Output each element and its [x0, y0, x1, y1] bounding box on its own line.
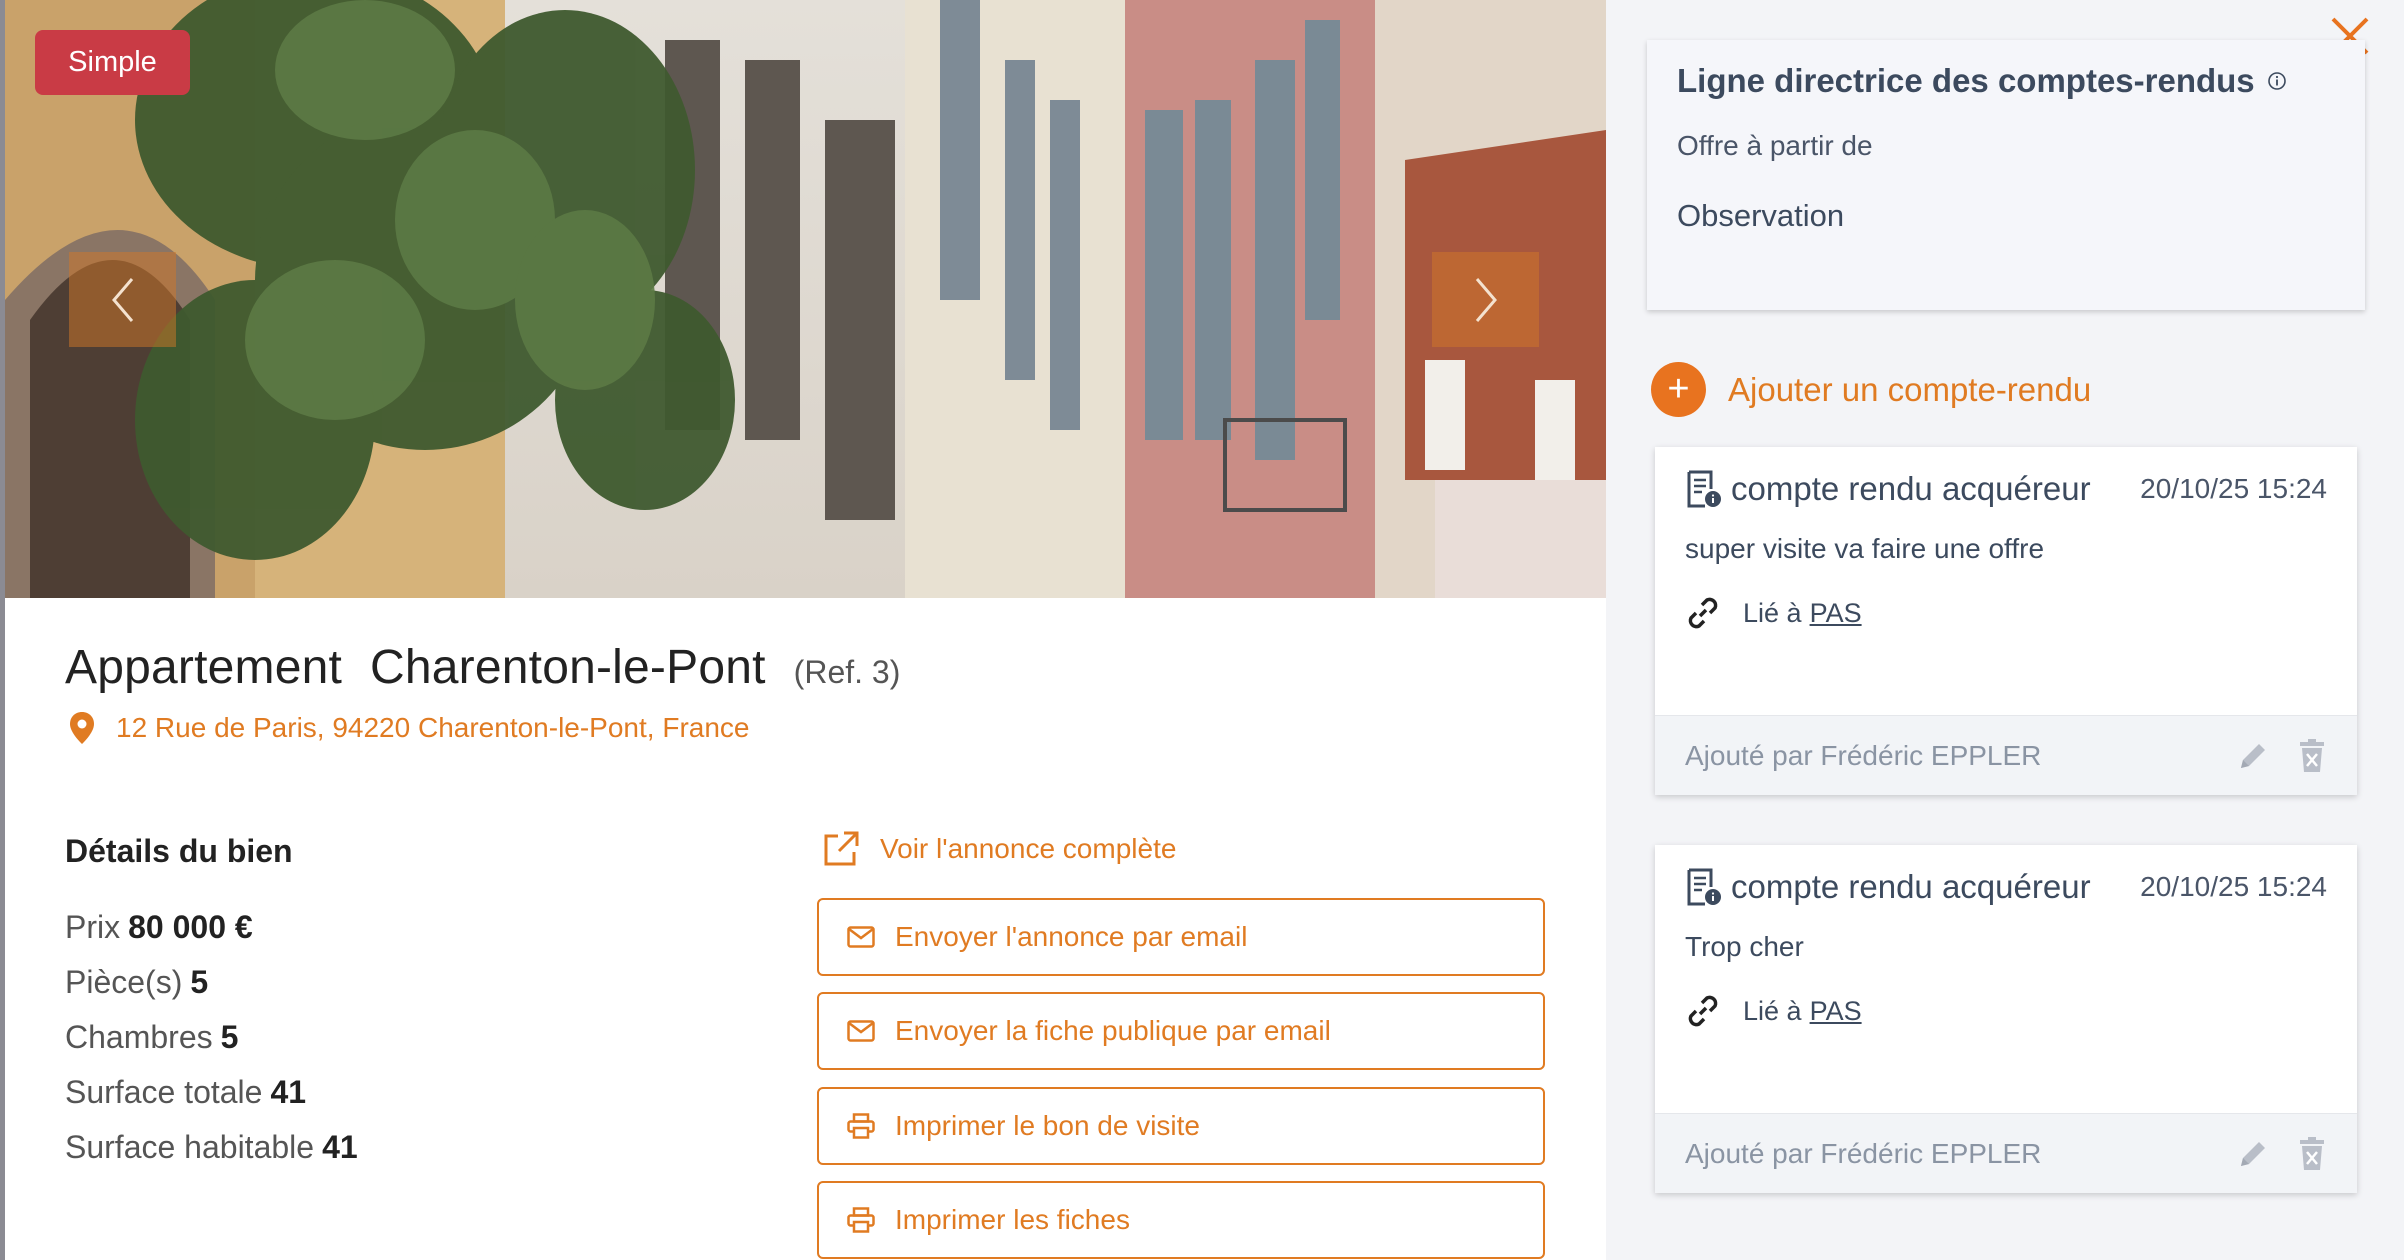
report-card-body: compte rendu acquéreur 20/10/25 15:24 su… — [1655, 447, 2357, 715]
next-photo-button[interactable] — [1432, 252, 1539, 347]
guideline-title-text: Ligne directrice des comptes-rendus — [1677, 62, 2255, 99]
report-icon — [1687, 868, 1721, 906]
chevron-right-icon — [1475, 277, 1497, 322]
printer-icon — [847, 1207, 875, 1233]
link-icon — [1688, 597, 1718, 629]
detail-value: 41 — [270, 1074, 307, 1110]
detail-label: Surface totale — [65, 1074, 263, 1110]
printer-icon — [847, 1113, 875, 1139]
listing-type: Appartement — [65, 641, 343, 694]
detail-value: 41 — [322, 1129, 358, 1165]
linked-prefix: Lié à — [1743, 995, 1802, 1026]
add-report-label: Ajouter un compte-rendu — [1728, 370, 2092, 408]
detail-value: 5 — [220, 1019, 239, 1055]
linked-target-link[interactable]: PAS — [1810, 598, 1862, 629]
report-author: Ajouté par Frédéric EPPLER — [1685, 1137, 2042, 1169]
detail-total-area: Surface totale 41 — [65, 1070, 358, 1125]
view-full-listing-link[interactable]: Voir l'annonce complète — [822, 830, 1176, 868]
details-list: Prix 80 000 € Pièce(s) 5 Chambres 5 Surface… — [65, 905, 358, 1180]
listing-city: Charenton-le-Pont — [370, 641, 766, 694]
report-icon — [1687, 470, 1721, 508]
detail-label: Chambres — [65, 1019, 213, 1055]
guideline-title: Ligne directrice des comptes-rendus — [1677, 62, 2335, 100]
report-tools — [2235, 1136, 2327, 1172]
listing-title: Appartement Charenton-le-Pont — [65, 640, 766, 695]
report-footer: Ajouté par Frédéric EPPLER — [1655, 1113, 2357, 1193]
map-pin-icon — [70, 712, 94, 744]
detail-bedrooms: Chambres 5 — [65, 1015, 358, 1070]
detail-value: 80 000 € — [128, 909, 253, 945]
listing-type-badge: Simple — [35, 30, 190, 95]
detail-label: Surface habitable — [65, 1129, 315, 1165]
report-kind: compte rendu acquéreur — [1731, 868, 2091, 905]
pencil-icon[interactable] — [2235, 738, 2271, 774]
detail-value: 5 — [190, 964, 209, 1000]
listing-photo — [5, 0, 1606, 598]
detail-living-area: Surface habitable 41 — [65, 1125, 358, 1180]
detail-price: Prix 80 000 € — [65, 905, 358, 960]
report-author: Ajouté par Frédéric EPPLER — [1685, 739, 2042, 771]
linked-prefix: Lié à — [1743, 597, 1802, 628]
detail-label: Pièce(s) — [65, 964, 183, 1000]
external-link-icon — [824, 831, 859, 866]
detail-label: Prix — [65, 909, 121, 945]
send-public-sheet-email-button[interactable]: Envoyer la fiche publique par email — [817, 992, 1545, 1070]
guideline-offer: Offre à partir de — [1677, 130, 1873, 161]
report-footer: Ajouté par Frédéric EPPLER — [1655, 715, 2357, 795]
button-label: Envoyer la fiche publique par email — [895, 1015, 1331, 1046]
address-text: 12 Rue de Paris, 94220 Charenton-le-Pont… — [116, 712, 750, 743]
detail-rooms: Pièce(s) 5 — [65, 960, 358, 1015]
print-visit-voucher-button[interactable]: Imprimer le bon de visite — [817, 1087, 1545, 1165]
add-report-button[interactable]: + Ajouter un compte-rendu — [1651, 362, 2091, 417]
details-title: Détails du bien — [65, 833, 293, 869]
report-card: compte rendu acquéreur 20/10/25 15:24 su… — [1655, 447, 2357, 795]
listing-address[interactable]: 12 Rue de Paris, 94220 Charenton-le-Pont… — [70, 712, 750, 744]
pencil-icon[interactable] — [2235, 1136, 2271, 1172]
link-icon — [1688, 995, 1718, 1027]
report-guideline-card: Ligne directrice des comptes-rendus Offr… — [1647, 40, 2365, 310]
report-header: compte rendu acquéreur 20/10/25 15:24 — [1685, 867, 2327, 907]
mail-icon — [847, 926, 875, 948]
plus-icon: + — [1651, 362, 1706, 417]
chevron-left-icon — [111, 277, 133, 322]
report-linked: Lié à PAS — [1685, 595, 2327, 631]
report-card-body: compte rendu acquéreur 20/10/25 15:24 Tr… — [1655, 845, 2357, 1113]
listing-title-row: Appartement Charenton-le-Pont (Ref. 3) — [65, 640, 900, 695]
report-tools — [2235, 738, 2327, 774]
prev-photo-button[interactable] — [69, 252, 176, 347]
send-listing-email-button[interactable]: Envoyer l'annonce par email — [817, 898, 1545, 976]
guideline-observation: Observation — [1677, 198, 1845, 233]
report-text: super visite va faire une offre — [1685, 533, 2045, 564]
report-card: compte rendu acquéreur 20/10/25 15:24 Tr… — [1655, 845, 2357, 1193]
report-date: 20/10/25 15:24 — [2140, 871, 2327, 902]
mail-icon — [847, 1020, 875, 1042]
trash-icon[interactable] — [2297, 738, 2327, 774]
button-label: Imprimer les fiches — [895, 1204, 1130, 1235]
button-label: Envoyer l'annonce par email — [895, 921, 1248, 952]
report-kind: compte rendu acquéreur — [1731, 470, 2091, 507]
trash-icon[interactable] — [2297, 1136, 2327, 1172]
report-linked: Lié à PAS — [1685, 993, 2327, 1029]
report-date: 20/10/25 15:24 — [2140, 473, 2327, 504]
listing-ref: (Ref. 3) — [793, 654, 901, 690]
button-label: Imprimer le bon de visite — [895, 1110, 1201, 1141]
view-full-listing-label: Voir l'annonce complète — [880, 833, 1177, 864]
print-sheets-button[interactable]: Imprimer les fiches — [817, 1181, 1545, 1259]
linked-target-link[interactable]: PAS — [1810, 996, 1862, 1027]
report-header: compte rendu acquéreur 20/10/25 15:24 — [1685, 469, 2327, 509]
report-text: Trop cher — [1685, 931, 1804, 962]
info-icon[interactable] — [2267, 71, 2287, 91]
listing-panel: Simple Appartement Charenton-le-Pont (Ref… — [0, 0, 1606, 1260]
